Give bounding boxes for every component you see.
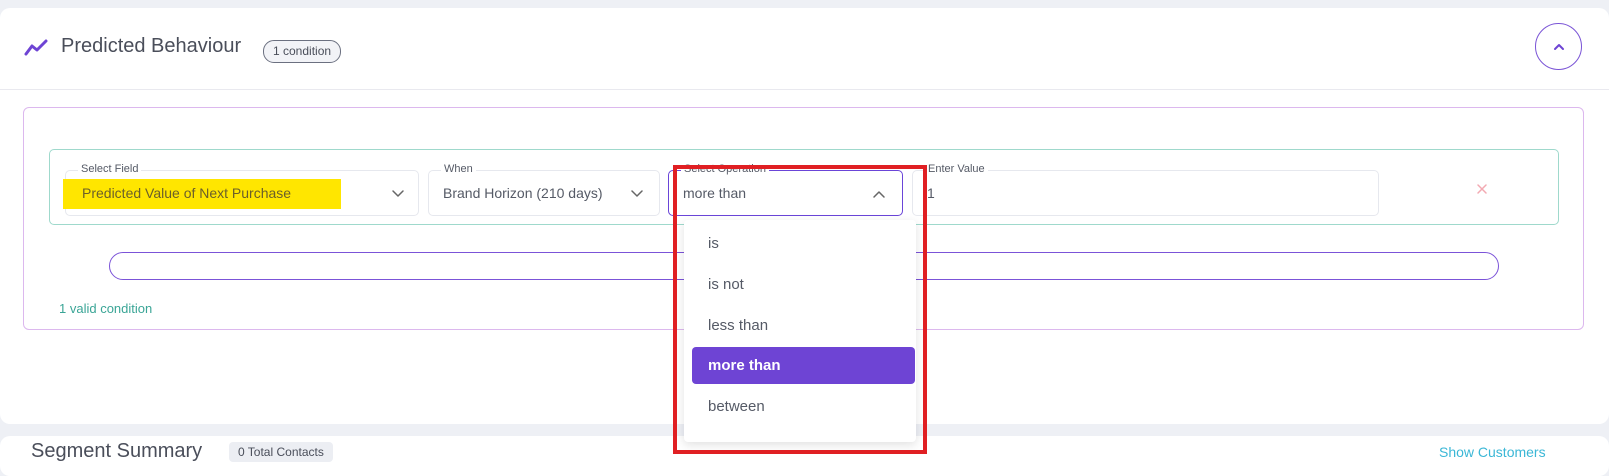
option-is-not[interactable]: is not [692, 266, 915, 303]
when-label: When [441, 163, 476, 176]
when-dropdown[interactable]: When Brand Horizon (210 days) [428, 163, 660, 216]
chevron-up-icon [873, 191, 885, 198]
show-customers-link[interactable]: Show Customers [1439, 444, 1546, 460]
enter-value-input[interactable]: Enter Value 1 [912, 163, 1379, 216]
operation-options-menu: is is not less than more than between [684, 220, 916, 442]
remove-condition-icon[interactable] [1476, 183, 1488, 195]
option-more-than[interactable]: more than [692, 347, 915, 384]
panel-header: Predicted Behaviour 1 condition [0, 8, 1609, 90]
option-between[interactable]: between [692, 388, 915, 425]
option-is[interactable]: is [692, 225, 915, 262]
select-field-dropdown[interactable]: Select Field Predicted Value of Next Pur… [63, 163, 419, 216]
condition-count-badge: 1 condition [263, 40, 342, 63]
condition-row: Select Field Predicted Value of Next Pur… [49, 149, 1559, 225]
trend-line-icon [24, 39, 48, 56]
summary-title: Segment Summary [31, 440, 203, 462]
select-operation-label: Select Operation [681, 163, 769, 176]
valid-condition-count: 1 valid condition [59, 301, 153, 316]
enter-value-label: Enter Value [925, 163, 988, 176]
select-field-label: Select Field [78, 163, 142, 176]
select-operation-value: more than [683, 185, 747, 201]
collapse-button[interactable] [1535, 23, 1582, 70]
enter-value-text: 1 [927, 185, 935, 201]
panel-title: Predicted Behaviour [61, 35, 242, 57]
chevron-down-icon [631, 190, 643, 197]
chevron-down-icon [392, 190, 404, 197]
option-less-than[interactable]: less than [692, 307, 915, 344]
total-contacts-badge: 0 Total Contacts [229, 442, 333, 462]
chevron-up-icon [1554, 44, 1564, 50]
segment-summary-card: Segment Summary 0 Total Contacts Show Cu… [0, 436, 1609, 476]
select-operation-dropdown[interactable]: Select Operation more than [668, 163, 903, 216]
select-field-value: Predicted Value of Next Purchase [82, 185, 292, 201]
when-value: Brand Horizon (210 days) [443, 185, 603, 201]
